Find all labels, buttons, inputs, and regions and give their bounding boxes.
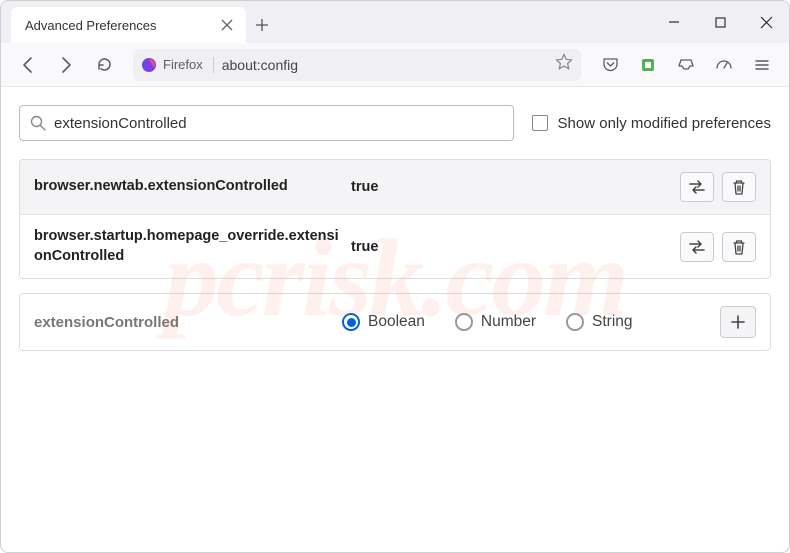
- titlebar: Advanced Preferences: [1, 1, 789, 43]
- url-bar[interactable]: Firefox: [133, 49, 581, 81]
- preference-value: true: [351, 179, 668, 195]
- preference-name: browser.startup.homepage_override.extens…: [34, 227, 339, 266]
- url-input[interactable]: [222, 57, 547, 73]
- radio-string[interactable]: String: [566, 313, 633, 331]
- menu-button[interactable]: [745, 48, 779, 82]
- back-button[interactable]: [11, 48, 45, 82]
- content-area: pcrisk.com Show only modified preference…: [1, 87, 789, 369]
- search-row: Show only modified preferences: [19, 105, 771, 141]
- new-preference-name: extensionControlled: [34, 314, 324, 331]
- inbox-icon[interactable]: [669, 48, 703, 82]
- minimize-button[interactable]: [651, 1, 697, 43]
- maximize-button[interactable]: [697, 1, 743, 43]
- preference-list: browser.newtab.extensionControlled true …: [19, 159, 771, 279]
- urlbar-identity-label: Firefox: [163, 57, 203, 72]
- radio-label: Boolean: [368, 313, 425, 331]
- preference-row: browser.startup.homepage_override.extens…: [20, 214, 770, 278]
- radio-label: Number: [481, 313, 536, 331]
- toggle-button[interactable]: [680, 232, 714, 262]
- dashboard-icon[interactable]: [707, 48, 741, 82]
- add-preference-button[interactable]: [720, 306, 756, 338]
- new-preference-block: extensionControlled Boolean Number Strin…: [19, 293, 771, 351]
- urlbar-identity: Firefox: [141, 57, 214, 73]
- close-tab-icon[interactable]: [218, 16, 236, 34]
- radio-icon: [455, 313, 473, 331]
- forward-button[interactable]: [49, 48, 83, 82]
- extension-icon[interactable]: [631, 48, 665, 82]
- navigation-toolbar: Firefox: [1, 43, 789, 87]
- preference-value: true: [351, 239, 668, 255]
- bookmark-star-icon[interactable]: [555, 53, 573, 76]
- new-tab-button[interactable]: [246, 7, 278, 43]
- checkbox-icon: [532, 115, 548, 131]
- radio-icon: [566, 313, 584, 331]
- delete-button[interactable]: [722, 232, 756, 262]
- browser-tab[interactable]: Advanced Preferences: [11, 7, 246, 43]
- firefox-logo-icon: [141, 57, 157, 73]
- preference-row: browser.newtab.extensionControlled true: [20, 160, 770, 214]
- preference-search-input[interactable]: [54, 115, 503, 132]
- preference-name: browser.newtab.extensionControlled: [34, 177, 339, 197]
- tab-title: Advanced Preferences: [25, 18, 218, 33]
- pocket-icon[interactable]: [593, 48, 627, 82]
- delete-button[interactable]: [722, 172, 756, 202]
- radio-number[interactable]: Number: [455, 313, 536, 331]
- radio-icon: [342, 313, 360, 331]
- checkbox-label-text: Show only modified preferences: [558, 115, 771, 132]
- search-icon: [30, 115, 46, 131]
- window-controls: [651, 1, 789, 43]
- close-window-button[interactable]: [743, 1, 789, 43]
- type-radio-group: Boolean Number String: [342, 313, 702, 331]
- radio-boolean[interactable]: Boolean: [342, 313, 425, 331]
- toggle-button[interactable]: [680, 172, 714, 202]
- show-modified-checkbox[interactable]: Show only modified preferences: [532, 115, 771, 132]
- reload-button[interactable]: [87, 48, 121, 82]
- preference-search-box[interactable]: [19, 105, 514, 141]
- radio-label: String: [592, 313, 633, 331]
